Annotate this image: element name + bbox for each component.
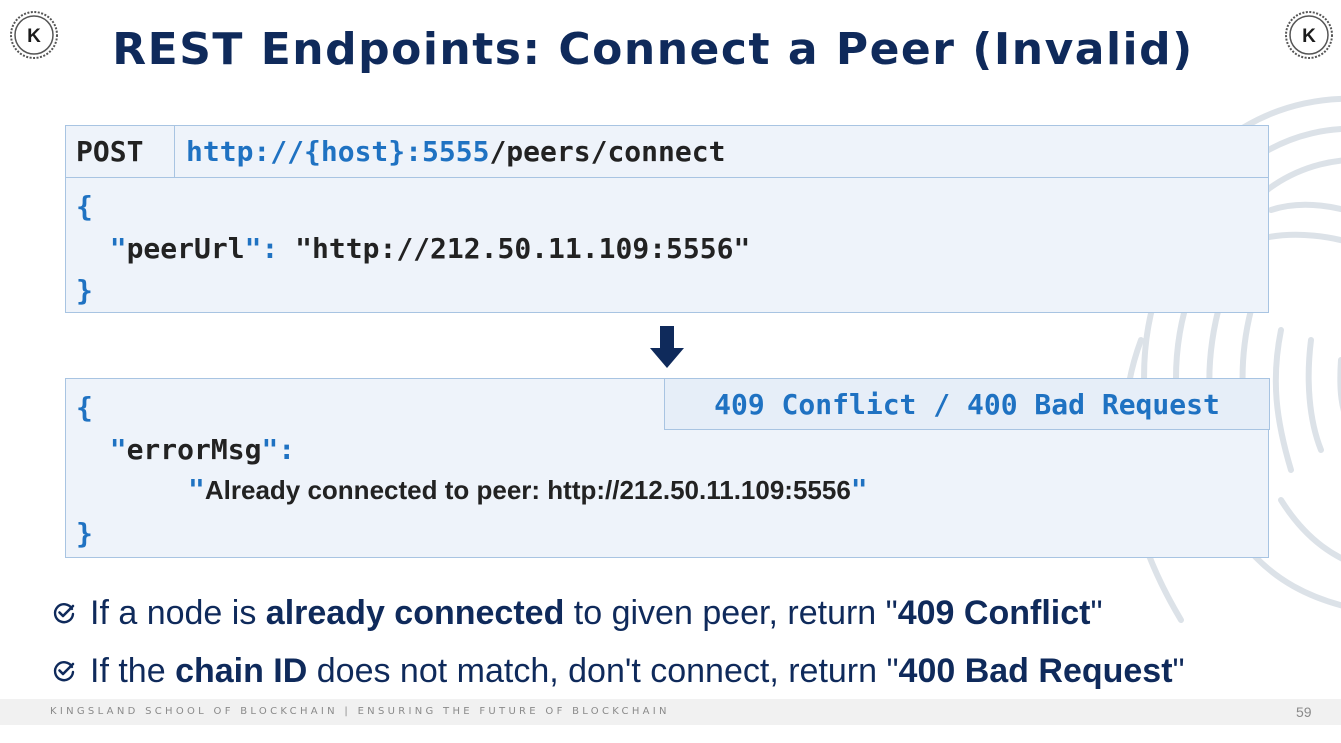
response-box: 409 Conflict / 400 Bad Request { "errorM… xyxy=(65,378,1270,558)
http-method: POST xyxy=(66,126,175,177)
error-message: "Already connected to peer: http://212.5… xyxy=(188,473,868,506)
bullet-item: If a node is already connected to given … xyxy=(52,584,1185,642)
slide-title: REST Endpoints: Connect a Peer (Invalid) xyxy=(112,24,1194,75)
footer-text: KINGSLAND SCHOOL OF BLOCKCHAIN | ENSURIN… xyxy=(50,706,670,717)
response-close-brace: } xyxy=(76,517,93,550)
key-quote-close: " xyxy=(244,232,262,265)
status-code-label: 409 Conflict / 400 Bad Request xyxy=(664,378,1270,430)
json-value-peerurl: "http://212.50.11.109:5556" xyxy=(295,232,751,265)
url-path: /peers/connect xyxy=(489,135,726,168)
error-message-text: Already connected to peer: http://212.50… xyxy=(204,475,851,505)
json-key-errormsg: errorMsg xyxy=(126,433,262,466)
check-circle-icon xyxy=(53,661,75,682)
bullet-text: If a node is already connected to given … xyxy=(90,593,1103,632)
down-arrow-icon xyxy=(650,326,684,368)
key-quote-open: " xyxy=(109,232,127,265)
close-brace: } xyxy=(76,274,93,307)
check-circle-icon xyxy=(53,603,75,624)
json-separator: : xyxy=(261,232,296,265)
request-header: POST http://{host}:5555/peers/connect xyxy=(66,126,1268,178)
bullet-list: If a node is already connected to given … xyxy=(52,584,1185,700)
footer-bar: KINGSLAND SCHOOL OF BLOCKCHAIN | ENSURIN… xyxy=(0,699,1341,725)
slide: K K REST Endpoints: Connect a Peer (Inva… xyxy=(0,0,1341,743)
request-box: POST http://{host}:5555/peers/connect { … xyxy=(65,125,1269,313)
bullet-text: If the chain ID does not match, don't co… xyxy=(90,651,1185,690)
bullet-item: If the chain ID does not match, don't co… xyxy=(52,642,1185,700)
response-open-brace: { xyxy=(76,391,93,424)
page-number: 59 xyxy=(1296,704,1312,720)
endpoint-url: http://{host}:5555/peers/connect xyxy=(175,135,725,168)
url-base: http://{host}:5555 xyxy=(186,135,490,168)
response-key-line: "errorMsg": xyxy=(76,433,296,466)
request-body: { "peerUrl": "http://212.50.11.109:5556"… xyxy=(76,186,750,312)
open-brace: { xyxy=(76,190,93,223)
json-key-peerurl: peerUrl xyxy=(126,232,245,265)
